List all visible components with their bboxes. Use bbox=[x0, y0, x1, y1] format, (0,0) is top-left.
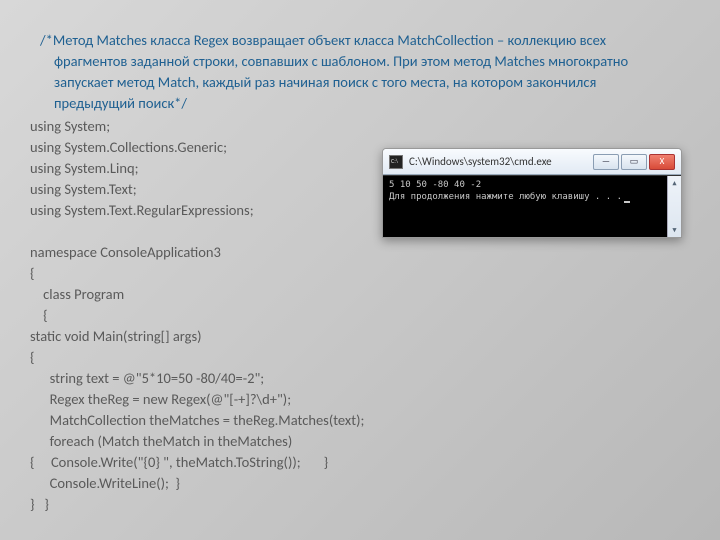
code-line: { Console.Write("{0} ", theMatch.ToStrin… bbox=[30, 452, 680, 473]
maximize-button[interactable]: ▭ bbox=[621, 154, 647, 170]
code-line: { bbox=[30, 305, 680, 326]
code-line: using System; bbox=[30, 116, 680, 137]
console-output: 5 10 50 -80 40 -2 Для продолжения нажмит… bbox=[383, 175, 681, 237]
title-bar[interactable]: C:\Windows\system32\cmd.exe — ▭ X bbox=[383, 149, 681, 175]
code-line: string text = @"5*10=50 -80/40=-2"; bbox=[30, 368, 680, 389]
output-line: Для продолжения нажмите любую клавишу . … bbox=[389, 192, 675, 204]
code-line: { bbox=[30, 263, 680, 284]
cmd-icon bbox=[389, 155, 403, 169]
scroll-down-icon[interactable]: ▼ bbox=[668, 223, 681, 237]
code-line: { bbox=[30, 347, 680, 368]
scroll-up-icon[interactable]: ▲ bbox=[668, 176, 681, 190]
output-line: 5 10 50 -80 40 -2 bbox=[389, 180, 675, 192]
code-line: namespace ConsoleApplication3 bbox=[30, 242, 680, 263]
code-line: } } bbox=[30, 494, 680, 515]
window-controls: — ▭ X bbox=[593, 154, 675, 170]
close-button[interactable]: X bbox=[649, 154, 675, 170]
minimize-button[interactable]: — bbox=[593, 154, 619, 170]
cursor-icon bbox=[624, 201, 630, 203]
code-line: static void Main(string[] args) bbox=[30, 326, 680, 347]
comment-block: /*Метод Matches класса Regex возвращает … bbox=[40, 30, 680, 114]
code-line: class Program bbox=[30, 284, 680, 305]
console-window: C:\Windows\system32\cmd.exe — ▭ X 5 10 5… bbox=[382, 148, 682, 238]
prompt-text: Для продолжения нажмите любую клавишу . … bbox=[389, 192, 622, 202]
code-line: Console.WriteLine(); } bbox=[30, 473, 680, 494]
code-line: foreach (Match theMatch in theMatches) bbox=[30, 431, 680, 452]
code-line: MatchCollection theMatches = theReg.Matc… bbox=[30, 410, 680, 431]
window-title: C:\Windows\system32\cmd.exe bbox=[409, 154, 593, 170]
scrollbar[interactable]: ▲ ▼ bbox=[667, 176, 681, 237]
code-line: Regex theReg = new Regex(@"[-+]?\d+"); bbox=[30, 389, 680, 410]
